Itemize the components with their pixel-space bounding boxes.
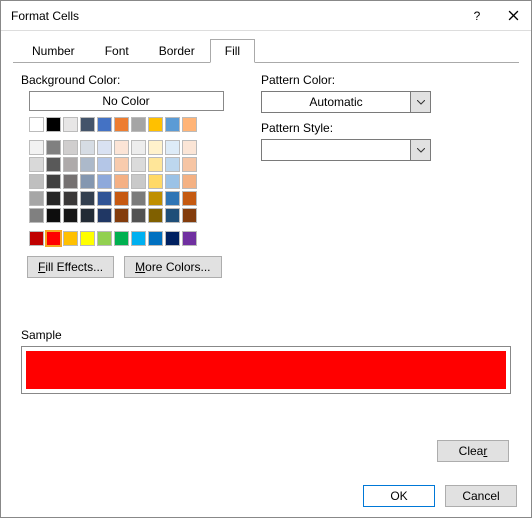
tab-fill[interactable]: Fill bbox=[210, 39, 255, 63]
tab-number[interactable]: Number bbox=[17, 39, 90, 63]
color-swatch[interactable] bbox=[131, 140, 146, 155]
pattern-color-dropdown[interactable]: Automatic bbox=[261, 91, 431, 113]
sample-label: Sample bbox=[21, 328, 511, 342]
color-swatch[interactable] bbox=[46, 174, 61, 189]
color-swatch[interactable] bbox=[182, 157, 197, 172]
color-swatch[interactable] bbox=[182, 208, 197, 223]
color-swatch[interactable] bbox=[80, 117, 95, 132]
color-swatch[interactable] bbox=[63, 191, 78, 206]
color-swatch[interactable] bbox=[114, 208, 129, 223]
color-swatch[interactable] bbox=[165, 117, 180, 132]
tab-strip: Number Font Border Fill bbox=[1, 39, 531, 63]
color-swatch[interactable] bbox=[148, 117, 163, 132]
color-swatch[interactable] bbox=[97, 157, 112, 172]
help-button[interactable]: ? bbox=[459, 1, 495, 31]
pattern-style-label: Pattern Style: bbox=[261, 121, 511, 135]
ok-button[interactable]: OK bbox=[363, 485, 435, 507]
sample-fill bbox=[26, 351, 506, 389]
cancel-button[interactable]: Cancel bbox=[445, 485, 517, 507]
window-title: Format Cells bbox=[11, 9, 459, 23]
color-swatch[interactable] bbox=[80, 208, 95, 223]
color-swatch[interactable] bbox=[46, 117, 61, 132]
color-swatch[interactable] bbox=[182, 140, 197, 155]
color-swatch[interactable] bbox=[97, 208, 112, 223]
fill-effects-button[interactable]: Fill Effects... bbox=[27, 256, 114, 278]
color-swatch[interactable] bbox=[114, 231, 129, 246]
color-swatch[interactable] bbox=[63, 174, 78, 189]
color-swatch[interactable] bbox=[148, 157, 163, 172]
color-swatch[interactable] bbox=[131, 208, 146, 223]
color-swatch[interactable] bbox=[97, 231, 112, 246]
color-swatch[interactable] bbox=[131, 231, 146, 246]
color-swatch[interactable] bbox=[148, 191, 163, 206]
color-swatch[interactable] bbox=[29, 208, 44, 223]
pattern-color-label: Pattern Color: bbox=[261, 73, 511, 87]
color-swatch[interactable] bbox=[63, 208, 78, 223]
color-swatch[interactable] bbox=[165, 208, 180, 223]
more-colors-button[interactable]: More Colors... bbox=[124, 256, 221, 278]
color-swatch[interactable] bbox=[182, 117, 197, 132]
clear-button[interactable]: Clear bbox=[437, 440, 509, 462]
color-swatch[interactable] bbox=[131, 174, 146, 189]
color-swatch[interactable] bbox=[131, 157, 146, 172]
chevron-down-icon bbox=[410, 140, 430, 160]
sample-box bbox=[21, 346, 511, 394]
close-button[interactable] bbox=[495, 1, 531, 31]
pattern-color-value: Automatic bbox=[262, 92, 410, 112]
close-icon bbox=[508, 10, 519, 21]
color-swatch[interactable] bbox=[63, 117, 78, 132]
color-swatch[interactable] bbox=[80, 157, 95, 172]
color-swatch[interactable] bbox=[131, 117, 146, 132]
pattern-style-dropdown[interactable] bbox=[261, 139, 431, 161]
color-swatch[interactable] bbox=[114, 140, 129, 155]
color-swatch[interactable] bbox=[165, 191, 180, 206]
pattern-style-value bbox=[262, 140, 410, 160]
color-swatch[interactable] bbox=[46, 140, 61, 155]
color-swatch[interactable] bbox=[63, 157, 78, 172]
color-swatch[interactable] bbox=[148, 208, 163, 223]
color-swatch[interactable] bbox=[114, 117, 129, 132]
color-swatch[interactable] bbox=[165, 157, 180, 172]
color-swatch[interactable] bbox=[80, 140, 95, 155]
color-swatch[interactable] bbox=[46, 157, 61, 172]
color-swatch[interactable] bbox=[165, 231, 180, 246]
color-swatch[interactable] bbox=[80, 191, 95, 206]
color-swatch[interactable] bbox=[29, 231, 44, 246]
bg-color-label: Background Color: bbox=[21, 73, 231, 87]
color-swatch[interactable] bbox=[46, 191, 61, 206]
color-swatch[interactable] bbox=[182, 191, 197, 206]
color-swatch[interactable] bbox=[29, 174, 44, 189]
tab-panel-fill: Background Color: No Color Fill Effects.… bbox=[13, 62, 519, 470]
color-swatch[interactable] bbox=[182, 231, 197, 246]
color-swatch[interactable] bbox=[114, 191, 129, 206]
color-swatch[interactable] bbox=[80, 231, 95, 246]
color-swatch[interactable] bbox=[63, 140, 78, 155]
color-swatch[interactable] bbox=[29, 140, 44, 155]
no-color-button[interactable]: No Color bbox=[29, 91, 224, 111]
color-swatch[interactable] bbox=[165, 140, 180, 155]
tab-border[interactable]: Border bbox=[144, 39, 210, 63]
color-swatch[interactable] bbox=[182, 174, 197, 189]
color-swatch[interactable] bbox=[114, 157, 129, 172]
color-swatch[interactable] bbox=[148, 231, 163, 246]
color-swatch[interactable] bbox=[148, 174, 163, 189]
color-swatch[interactable] bbox=[46, 208, 61, 223]
color-swatch[interactable] bbox=[97, 174, 112, 189]
chevron-down-icon bbox=[410, 92, 430, 112]
color-swatch[interactable] bbox=[148, 140, 163, 155]
color-swatch[interactable] bbox=[165, 174, 180, 189]
color-swatch[interactable] bbox=[29, 157, 44, 172]
color-swatch[interactable] bbox=[97, 191, 112, 206]
color-swatch[interactable] bbox=[97, 140, 112, 155]
tab-font[interactable]: Font bbox=[90, 39, 144, 63]
color-swatch[interactable] bbox=[97, 117, 112, 132]
color-palette bbox=[21, 117, 231, 246]
color-swatch[interactable] bbox=[29, 117, 44, 132]
color-swatch[interactable] bbox=[46, 231, 61, 246]
color-swatch[interactable] bbox=[29, 191, 44, 206]
color-swatch[interactable] bbox=[131, 191, 146, 206]
color-swatch[interactable] bbox=[114, 174, 129, 189]
color-swatch[interactable] bbox=[63, 231, 78, 246]
color-swatch[interactable] bbox=[80, 174, 95, 189]
